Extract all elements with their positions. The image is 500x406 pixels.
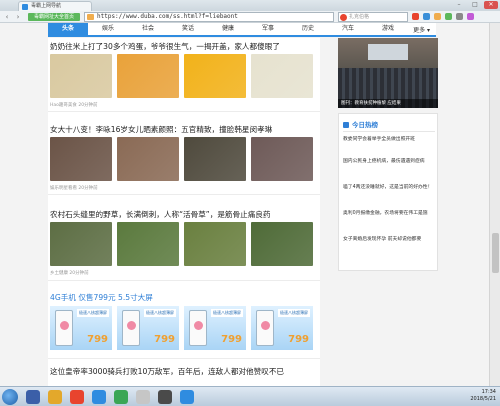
hot-list-item[interactable]: 嗑了4两还没睡就好，这是当前的好办性！ bbox=[343, 184, 435, 191]
divider bbox=[48, 194, 320, 195]
article-thumbnail[interactable] bbox=[50, 222, 112, 266]
clock-time: 17:34 bbox=[481, 389, 496, 395]
web-page: 头条 娱乐 社会 笑话 健康 军事 历史 汽车 游戏 更多 ▾ 奶奶往米上打了3… bbox=[0, 23, 500, 386]
app-icon[interactable] bbox=[180, 390, 194, 404]
ad-thumbnail[interactable]: 极速八核超薄屏 799 bbox=[117, 306, 179, 350]
hot-icon bbox=[343, 122, 349, 128]
nav-item-military[interactable]: 军事 bbox=[248, 23, 288, 35]
divider bbox=[48, 358, 320, 359]
nav-item-cars[interactable]: 汽车 bbox=[328, 23, 368, 35]
address-bar[interactable]: https://www.duba.com/ss.html?f=liebaont bbox=[84, 12, 334, 22]
maximize-button[interactable]: □ bbox=[468, 1, 482, 9]
article-title[interactable]: 农村石头缝里的野草，长满倒刺，人称“活骨草”，是筋骨止痛良药 bbox=[50, 209, 271, 220]
menu-icon[interactable] bbox=[456, 13, 463, 20]
toolbar-icons bbox=[412, 13, 474, 20]
page-scrollbar[interactable] bbox=[489, 23, 500, 386]
article-thumbnail[interactable] bbox=[50, 137, 112, 181]
hot-list: 今日热榜 教委同学会着举手全员做出照开班 国内公民身上癌机病，最伤遇遇到症病 嗑… bbox=[338, 113, 438, 271]
minimize-button[interactable]: – bbox=[452, 1, 466, 9]
clock-date: 2018/5/21 bbox=[470, 396, 496, 402]
article-meta: Hao趣哥美食 20分钟前 bbox=[50, 103, 98, 108]
channel-nav: 头条 娱乐 社会 笑话 健康 军事 历史 汽车 游戏 更多 ▾ bbox=[48, 23, 436, 37]
close-button[interactable]: ✕ bbox=[484, 1, 498, 9]
nav-item-history[interactable]: 历史 bbox=[288, 23, 328, 35]
start-button[interactable] bbox=[2, 389, 18, 405]
hot-list-item[interactable]: 国内公民身上癌机病，最伤遇遇到症病 bbox=[343, 158, 435, 165]
photo-caption: 图刊：教育扶贫种植黎 应结果 bbox=[338, 99, 438, 108]
article-meta: 乡土健康 20分钟前 bbox=[50, 271, 89, 276]
divider bbox=[48, 111, 320, 112]
ad-title[interactable]: 4G手机 仅售799元 5.5寸大屏 bbox=[50, 292, 153, 303]
lock-icon bbox=[87, 14, 94, 20]
nav-item-society[interactable]: 社会 bbox=[128, 23, 168, 35]
article-thumbnail[interactable] bbox=[251, 137, 313, 181]
article-thumbnails bbox=[50, 137, 313, 181]
search-placeholder: 扎克伯格 bbox=[349, 14, 370, 20]
sidebar-photo[interactable]: 图刊：教育扶贫种植黎 应结果 bbox=[338, 38, 438, 108]
forward-arrow-icon[interactable]: › bbox=[14, 13, 22, 21]
hot-list-title: 今日热榜 bbox=[343, 119, 378, 129]
article-thumbnail[interactable] bbox=[50, 54, 112, 98]
news-feed: 奶奶往米上打了30多个鸡蛋，爷爷很生气，一揭开盖，家人都傻眼了 Hao趣哥美食 … bbox=[48, 38, 320, 386]
article-thumbnail[interactable] bbox=[184, 222, 246, 266]
browser-toolbar: ‹ › 毒霸网址大全首页 https://www.duba.com/ss.htm… bbox=[0, 11, 500, 23]
translate-icon[interactable] bbox=[423, 13, 430, 20]
article-thumbnail[interactable] bbox=[251, 54, 313, 98]
ad-thumbnails: 极速八核超薄屏 799 极速八核超薄屏 799 极速八核超薄屏 799 极速八核超薄屏… bbox=[50, 306, 313, 350]
window-controls: – □ ✕ bbox=[452, 1, 498, 9]
phone-icon bbox=[189, 310, 207, 346]
phone-icon bbox=[122, 310, 140, 346]
article-thumbnail[interactable] bbox=[117, 137, 179, 181]
photoshop-icon[interactable] bbox=[26, 390, 40, 404]
article-thumbnail[interactable] bbox=[184, 54, 246, 98]
address-text: https://www.duba.com/ss.html?f=liebaont bbox=[97, 13, 238, 20]
tab-title: 毒霸上网导航 bbox=[31, 3, 62, 9]
app-icon[interactable] bbox=[158, 390, 172, 404]
favorites-icon[interactable] bbox=[434, 13, 441, 20]
article-meta: 娱乐明星看看 20分钟前 bbox=[50, 186, 98, 191]
nav-item-games[interactable]: 游戏 bbox=[368, 23, 408, 35]
article-title[interactable]: 这位皇帝率3000骑兵打败10万敌军，百年后，连敌人都对他赞叹不已 bbox=[50, 366, 284, 377]
wechat-icon[interactable] bbox=[114, 390, 128, 404]
article-thumbnail[interactable] bbox=[117, 54, 179, 98]
user-icon[interactable] bbox=[467, 13, 474, 20]
nav-item-jokes[interactable]: 笑话 bbox=[168, 23, 208, 35]
article-thumbnail[interactable] bbox=[117, 222, 179, 266]
ad-thumbnail[interactable]: 极速八核超薄屏 799 bbox=[251, 306, 313, 350]
browser-icon[interactable] bbox=[70, 390, 84, 404]
download-icon[interactable] bbox=[445, 13, 452, 20]
ad-thumbnail[interactable]: 极速八核超薄屏 799 bbox=[50, 306, 112, 350]
site-favicon-icon bbox=[22, 4, 28, 10]
nav-item-health[interactable]: 健康 bbox=[208, 23, 248, 35]
extension-icon[interactable] bbox=[412, 13, 419, 20]
article-title[interactable]: 奶奶往米上打了30多个鸡蛋，爷爷很生气，一揭开盖，家人都傻眼了 bbox=[50, 41, 280, 52]
article-thumbnails bbox=[50, 222, 313, 266]
hot-list-item[interactable]: 女子离婚后发现怀孕 前夫却说他都要 bbox=[343, 236, 435, 243]
search-input[interactable]: 扎克伯格 bbox=[338, 12, 408, 22]
nav-more-button[interactable]: 更多 ▾ bbox=[413, 25, 436, 34]
nav-item-entertainment[interactable]: 娱乐 bbox=[88, 23, 128, 35]
nav-item-headline[interactable]: 头条 bbox=[48, 23, 88, 35]
system-clock[interactable]: 17:34 2018/5/21 bbox=[470, 389, 496, 403]
article-thumbnails bbox=[50, 54, 313, 98]
phone-icon bbox=[256, 310, 274, 346]
scrollbar-thumb[interactable] bbox=[492, 233, 499, 273]
hot-list-item[interactable]: 奥利0月报缴金融，农场将要在伟工是施 bbox=[343, 210, 435, 217]
divider bbox=[48, 280, 320, 281]
hot-list-item[interactable]: 教委同学会着举手全员做出照开班 bbox=[343, 136, 435, 143]
back-arrow-icon[interactable]: ‹ bbox=[3, 13, 11, 21]
home-button[interactable]: 毒霸网址大全首页 bbox=[28, 13, 80, 21]
article-title[interactable]: 女大十八变！李咏16岁女儿晒素颜照：五官精致，撞脸韩星闵孝琳 bbox=[50, 124, 272, 135]
windows-taskbar: 17:34 2018/5/21 bbox=[0, 386, 500, 406]
app-icon[interactable] bbox=[136, 390, 150, 404]
article-thumbnail[interactable] bbox=[184, 137, 246, 181]
browser-titlebar: 毒霸上网导航 – □ ✕ bbox=[0, 0, 500, 11]
search-engine-icon bbox=[340, 14, 347, 21]
ad-thumbnail[interactable]: 极速八核超薄屏 799 bbox=[184, 306, 246, 350]
folder-icon[interactable] bbox=[48, 390, 62, 404]
article-thumbnail[interactable] bbox=[251, 222, 313, 266]
phone-icon bbox=[55, 310, 73, 346]
qq-icon[interactable] bbox=[92, 390, 106, 404]
browser-tab[interactable]: 毒霸上网导航 bbox=[18, 1, 92, 11]
